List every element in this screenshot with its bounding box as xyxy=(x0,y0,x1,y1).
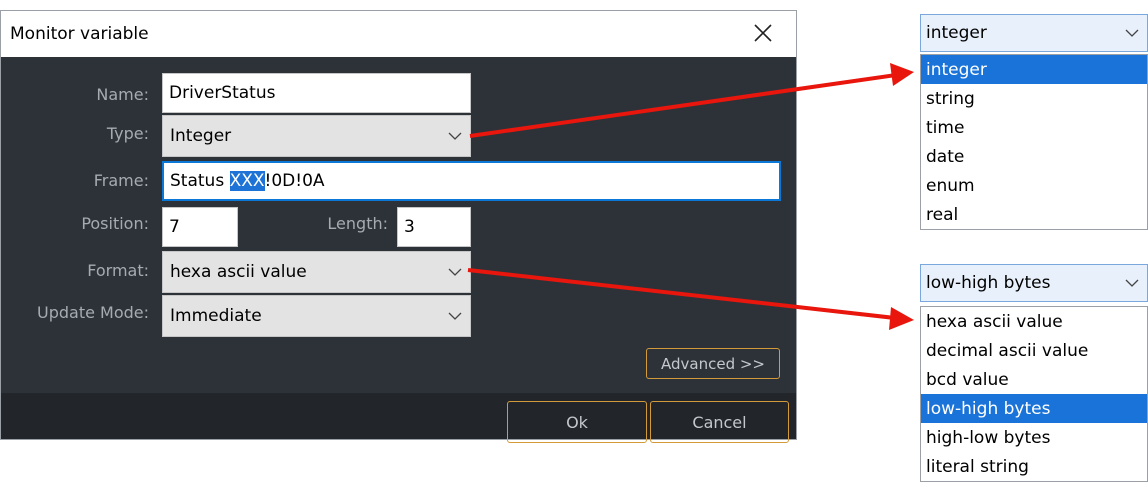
close-icon[interactable] xyxy=(750,20,776,46)
format-label: Format: xyxy=(87,261,149,280)
type-option[interactable]: integer xyxy=(921,55,1147,84)
format-option[interactable]: hexa ascii value xyxy=(921,307,1147,336)
frame-label: Frame: xyxy=(93,171,149,190)
position-value: 7 xyxy=(169,217,180,237)
frame-value-prefix: Status xyxy=(170,171,230,191)
type-option[interactable]: time xyxy=(921,113,1147,142)
type-dropdown-header[interactable]: integer xyxy=(920,14,1148,52)
frame-input[interactable]: Status XXX !0D!0A xyxy=(162,161,781,201)
type-option[interactable]: real xyxy=(921,200,1147,229)
chevron-down-icon xyxy=(448,312,462,320)
frame-value-selection: XXX xyxy=(229,171,265,191)
frame-value-suffix: !0D!0A xyxy=(264,171,325,191)
type-dropdown: integer integer string time date enum re… xyxy=(920,14,1148,234)
format-option[interactable]: literal string xyxy=(921,452,1147,481)
format-value: hexa ascii value xyxy=(170,262,307,282)
format-select[interactable]: hexa ascii value xyxy=(162,251,471,293)
update-mode-label: Update Mode: xyxy=(36,303,149,322)
chevron-down-icon xyxy=(448,132,462,140)
length-value: 3 xyxy=(404,217,415,237)
type-dropdown-selected: integer xyxy=(926,23,987,43)
name-input[interactable]: DriverStatus xyxy=(162,73,471,113)
type-select[interactable]: Integer xyxy=(162,115,471,157)
length-input[interactable]: 3 xyxy=(397,207,471,247)
format-option[interactable]: bcd value xyxy=(921,365,1147,394)
format-option[interactable]: low-high bytes xyxy=(921,394,1147,423)
type-option[interactable]: enum xyxy=(921,171,1147,200)
position-input[interactable]: 7 xyxy=(162,207,238,247)
chevron-down-icon xyxy=(1125,29,1139,37)
type-option[interactable]: string xyxy=(921,84,1147,113)
name-label: Name: xyxy=(96,85,149,104)
chevron-down-icon xyxy=(1125,279,1139,287)
format-option[interactable]: high-low bytes xyxy=(921,423,1147,452)
name-value: DriverStatus xyxy=(169,83,276,103)
type-dropdown-list: integer string time date enum real xyxy=(920,54,1148,230)
format-dropdown-header[interactable]: low-high bytes xyxy=(920,264,1148,302)
monitor-variable-dialog: Monitor variable Name: DriverStatus Type… xyxy=(0,10,797,443)
type-label: Type: xyxy=(106,124,149,143)
dialog-title: Monitor variable xyxy=(10,24,149,44)
advanced-button[interactable]: Advanced >> xyxy=(646,348,780,379)
title-bar: Monitor variable xyxy=(1,11,796,57)
position-label: Position: xyxy=(81,214,149,233)
update-mode-select[interactable]: Immediate xyxy=(162,295,471,337)
ok-button[interactable]: Ok xyxy=(507,401,647,443)
chevron-down-icon xyxy=(448,268,462,276)
format-dropdown: low-high bytes hexa ascii value decimal … xyxy=(920,264,1148,482)
type-option[interactable]: date xyxy=(921,142,1147,171)
format-dropdown-list: hexa ascii value decimal ascii value bcd… xyxy=(920,306,1148,482)
format-option[interactable]: decimal ascii value xyxy=(921,336,1147,365)
update-mode-value: Immediate xyxy=(170,306,262,326)
length-label: Length: xyxy=(327,214,388,233)
cancel-button[interactable]: Cancel xyxy=(650,401,789,443)
format-dropdown-selected: low-high bytes xyxy=(926,273,1051,293)
type-value: Integer xyxy=(170,126,232,146)
